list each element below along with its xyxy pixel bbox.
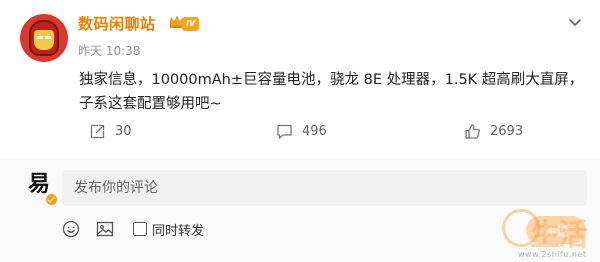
share-icon	[90, 124, 105, 138]
author-name[interactable]: 数码闲聊站	[78, 13, 156, 34]
post-content: 独家信息，10000mAh±巨容量电池，骁龙 8E 处理器，1.5K 超高刷大直…	[79, 72, 584, 112]
comment-icon	[277, 124, 292, 139]
comment-composer: 易	[0, 158, 600, 262]
comment-button[interactable]: 496	[276, 119, 327, 143]
submit-comment-button[interactable]: 评论	[526, 216, 586, 244]
thumbs-up-icon	[465, 123, 480, 139]
repost-option[interactable]: 同时转发	[133, 220, 205, 239]
emoji-icon	[62, 220, 80, 238]
post-action-bar: 30 496 2693	[0, 119, 600, 143]
level-badge: IV	[182, 17, 200, 31]
repost-checkbox[interactable]	[133, 222, 147, 236]
chevron-down-icon	[569, 19, 581, 26]
image-button[interactable]	[96, 220, 114, 238]
like-count: 2693	[490, 123, 524, 139]
share-button[interactable]: 30	[89, 119, 132, 143]
weibo-post: 数码闲聊站 IV 昨天 10:38 独家信息，10000mAh±巨容量电池，骁龙…	[0, 0, 600, 262]
repost-label: 同时转发	[152, 223, 205, 239]
ironman-faceplate-shape	[34, 30, 54, 50]
author-avatar[interactable]	[20, 14, 68, 62]
comment-count: 496	[302, 123, 327, 139]
emoji-button[interactable]	[62, 220, 80, 238]
verified-badge-icon	[45, 193, 58, 206]
image-icon	[96, 221, 114, 237]
comment-input[interactable]	[62, 170, 587, 206]
share-count: 30	[115, 123, 132, 139]
more-options-button[interactable]	[565, 12, 585, 32]
post-timestamp[interactable]: 昨天 10:38	[78, 42, 140, 59]
like-button[interactable]: 2693	[464, 119, 523, 143]
ironman-eye-left	[37, 36, 43, 39]
current-user-avatar[interactable]: 易	[24, 171, 58, 206]
ironman-eye-right	[45, 36, 51, 39]
